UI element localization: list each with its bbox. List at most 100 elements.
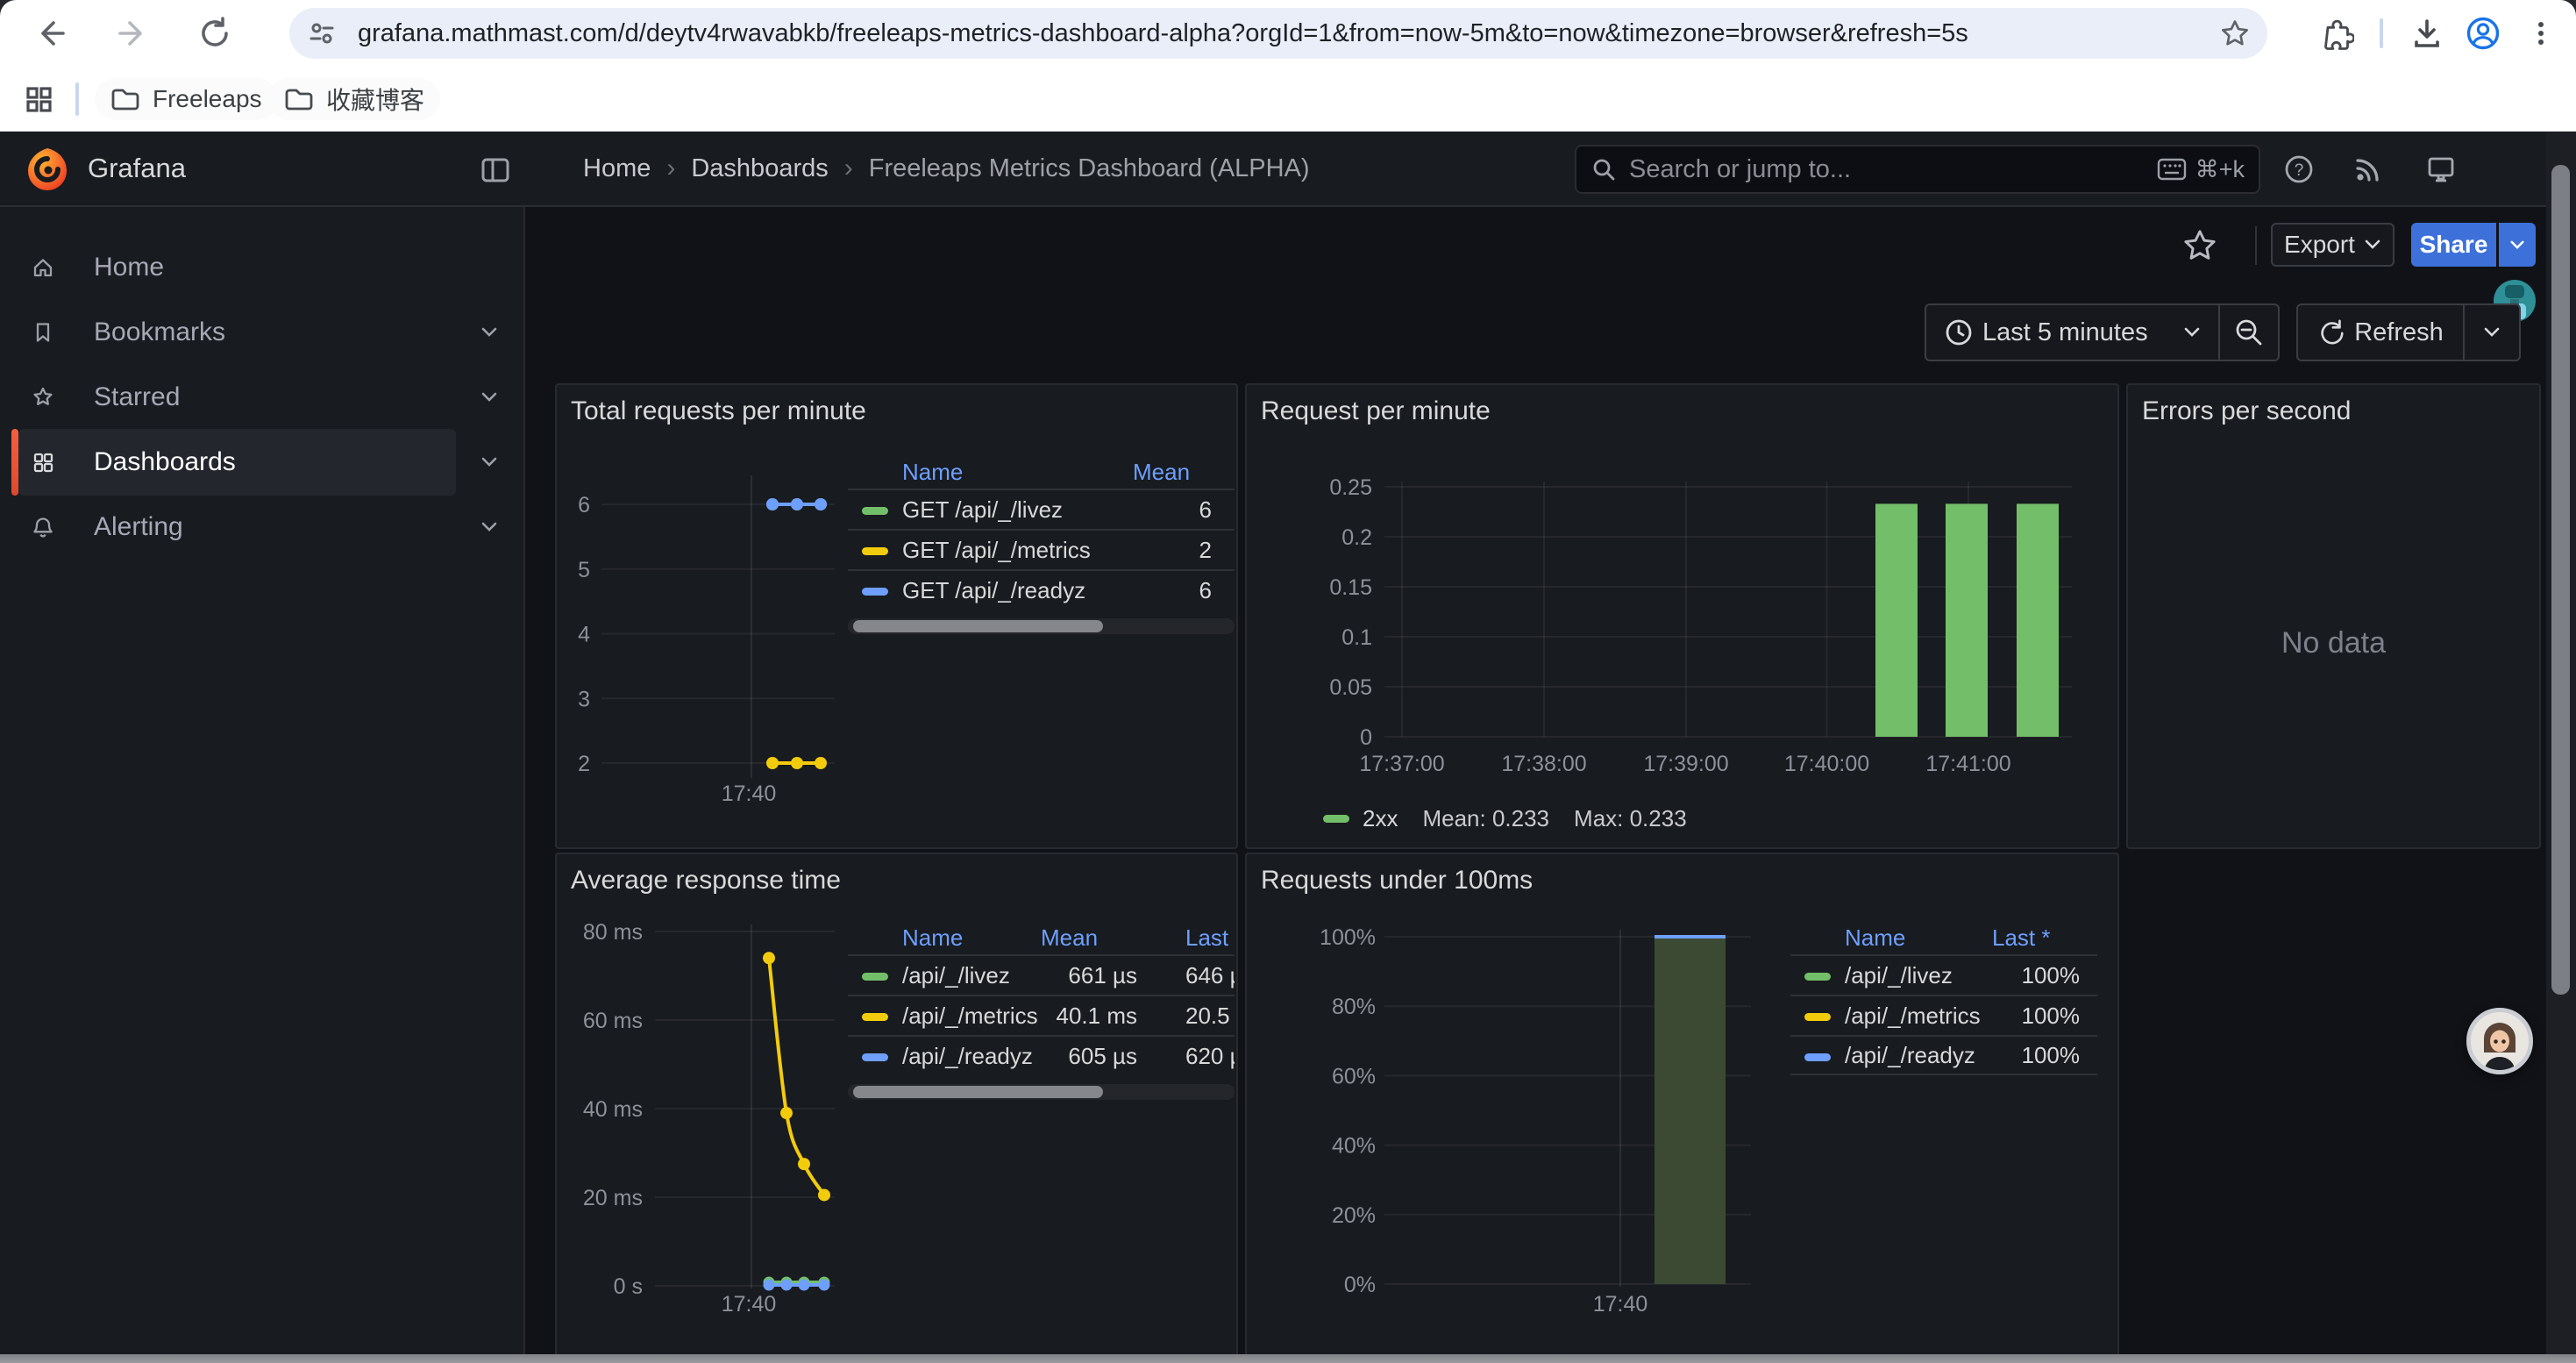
legend-series-name[interactable]: GET /api/_/livez <box>902 490 1063 529</box>
svg-text:17:40: 17:40 <box>1593 1292 1648 1317</box>
legend-table: NameMeanLast */api/_/livez661 µs646 µs/a… <box>848 921 1235 1100</box>
time-range-label: Last 5 minutes <box>1982 318 2148 347</box>
panel-avg-response-time: Average response time80 ms60 ms40 ms20 m… <box>555 853 1238 1363</box>
legend-series-name[interactable]: GET /api/_/readyz <box>902 571 1085 610</box>
legend-scrollbar-thumb[interactable] <box>853 620 1103 632</box>
refresh-button[interactable]: Refresh <box>2296 303 2465 361</box>
legend-series-name[interactable]: 2xx <box>1363 805 1398 832</box>
share-dropdown-button[interactable] <box>2499 223 2536 267</box>
legend-column-header[interactable]: Mean <box>1133 455 1212 489</box>
breadcrumb-link[interactable]: Dashboards <box>691 154 828 183</box>
assistant-avatar-widget[interactable] <box>2466 1008 2533 1074</box>
legend-row[interactable]: /api/_/readyz100% <box>1790 1035 2097 1075</box>
zoom-out-time-button[interactable] <box>2218 303 2280 361</box>
legend-scrollbar-track[interactable] <box>848 618 1235 634</box>
grafana-brand[interactable]: Grafana <box>88 132 186 205</box>
downloads-button[interactable] <box>2406 12 2448 54</box>
sidebar-item-alerting[interactable]: Alerting <box>0 494 525 560</box>
legend-scrollbar-thumb[interactable] <box>853 1086 1103 1098</box>
legend-column-header[interactable]: Name <box>902 921 963 954</box>
series-swatch[interactable] <box>862 547 888 555</box>
svg-text:5: 5 <box>578 558 590 582</box>
series-swatch[interactable] <box>1323 815 1349 823</box>
series-swatch[interactable] <box>862 588 888 596</box>
svg-text:0.25: 0.25 <box>1329 475 1372 500</box>
chevron-down-icon[interactable] <box>479 453 500 471</box>
sidebar-item-bookmarks[interactable]: Bookmarks <box>0 299 525 366</box>
bookmark-star-icon[interactable] <box>2218 17 2252 50</box>
legend-column-header[interactable]: Name <box>1845 921 1905 954</box>
series-swatch[interactable] <box>862 1053 888 1061</box>
breadcrumb-link[interactable]: Home <box>583 154 651 183</box>
legend-row[interactable]: /api/_/livez661 µs646 µs <box>848 954 1235 995</box>
search-box[interactable]: Search or jump to... ⌘+k <box>1575 145 2260 194</box>
series-swatch[interactable] <box>862 973 888 981</box>
legend-row[interactable]: /api/_/metrics100% <box>1790 995 2097 1035</box>
dock-sidebar-icon[interactable] <box>480 154 511 186</box>
bookmark-folder[interactable]: 收藏博客 <box>268 78 440 120</box>
chart[interactable]: 0.250.20.150.10.05017:37:0017:38:0017:39… <box>1247 385 2121 851</box>
series-swatch[interactable] <box>1804 1053 1831 1061</box>
site-info-icon[interactable] <box>305 17 338 50</box>
sidebar-active-accent <box>11 429 18 496</box>
browser-reload-button[interactable] <box>194 12 236 54</box>
chevron-down-icon[interactable] <box>479 324 500 341</box>
legend-column-header[interactable]: Mean <box>1041 921 1137 954</box>
chevron-down-icon[interactable] <box>479 389 500 406</box>
legend-row[interactable]: GET /api/_/readyz6 <box>848 569 1235 610</box>
legend-row[interactable]: /api/_/readyz605 µs620 µs <box>848 1035 1235 1075</box>
grafana-logo[interactable] <box>25 146 70 192</box>
page-scrollbar-thumb[interactable] <box>2551 165 2570 995</box>
browser-menu-button[interactable] <box>2520 12 2562 54</box>
browser-profile-button[interactable] <box>2462 12 2504 54</box>
legend-series-name[interactable]: /api/_/metrics <box>1845 996 1981 1035</box>
legend-scrollbar-track[interactable] <box>848 1084 1235 1100</box>
star-icon <box>32 386 54 409</box>
refresh-interval-dropdown[interactable] <box>2463 303 2521 361</box>
legend-series-name[interactable]: /api/_/livez <box>1845 956 1953 995</box>
kiosk-monitor-icon[interactable] <box>2425 153 2457 185</box>
browser-back-button[interactable] <box>29 12 71 54</box>
legend-row[interactable]: GET /api/_/livez 6 <box>848 489 1235 529</box>
legend-column-header[interactable]: Last * <box>1992 921 2080 954</box>
legend-series-name[interactable]: GET /api/_/metrics <box>902 531 1091 569</box>
legend-row[interactable]: /api/_/livez100% <box>1790 954 2097 995</box>
series-swatch[interactable] <box>862 1013 888 1021</box>
svg-text:17:40: 17:40 <box>722 1292 777 1317</box>
bookmark-folder[interactable]: Freeleaps <box>95 78 278 120</box>
series-swatch[interactable] <box>1804 1013 1831 1021</box>
svg-text:20 ms: 20 ms <box>583 1186 643 1210</box>
legend-row[interactable]: GET /api/_/metrics2 <box>848 529 1235 569</box>
favorite-dashboard-button[interactable] <box>2181 226 2219 265</box>
legend-value: 6 <box>1199 490 1212 529</box>
series-swatch[interactable] <box>862 507 888 515</box>
legend-value: 661 µs <box>1068 956 1137 995</box>
time-range-picker[interactable]: Last 5 minutes <box>1925 303 2220 361</box>
sidebar-item-home[interactable]: Home <box>0 234 525 301</box>
url-bar[interactable]: grafana.mathmast.com/d/deytv4rwavabkb/fr… <box>289 8 2267 59</box>
extensions-button[interactable] <box>2316 12 2358 54</box>
window-bottom-edge <box>0 1354 2576 1363</box>
help-icon[interactable]: ? <box>2283 153 2315 185</box>
legend-column-header[interactable]: Last * <box>1185 921 1235 954</box>
svg-text:17:40: 17:40 <box>722 781 777 806</box>
legend-series-name[interactable]: /api/_/readyz <box>902 1037 1033 1075</box>
legend-series-name[interactable]: /api/_/livez <box>902 956 1010 995</box>
legend-row[interactable]: /api/_/metrics40.1 ms20.5 ms <box>848 995 1235 1035</box>
apps-grid-button[interactable] <box>18 78 60 120</box>
legend-series-name[interactable]: /api/_/metrics <box>902 996 1038 1035</box>
legend-inline[interactable]: 2xxMean: 0.233Max: 0.233 <box>1323 804 1687 832</box>
panel-title[interactable]: Errors per second <box>2142 396 2351 426</box>
share-button[interactable]: Share <box>2411 223 2496 267</box>
browser-forward-button[interactable] <box>112 12 154 54</box>
bookmark-folder-label: Freeleaps <box>153 85 262 113</box>
chevron-down-icon[interactable] <box>479 518 500 536</box>
sidebar-item-starred[interactable]: Starred <box>0 364 525 431</box>
news-rss-icon[interactable] <box>2352 153 2383 185</box>
legend-column-header[interactable]: Name <box>902 455 963 489</box>
export-button[interactable]: Export <box>2271 223 2395 267</box>
series-swatch[interactable] <box>1804 973 1831 981</box>
legend-series-name[interactable]: /api/_/readyz <box>1845 1037 1975 1074</box>
url-text[interactable]: grafana.mathmast.com/d/deytv4rwavabkb/fr… <box>358 19 2218 48</box>
sidebar-item-dashboards[interactable]: Dashboards <box>0 429 525 496</box>
